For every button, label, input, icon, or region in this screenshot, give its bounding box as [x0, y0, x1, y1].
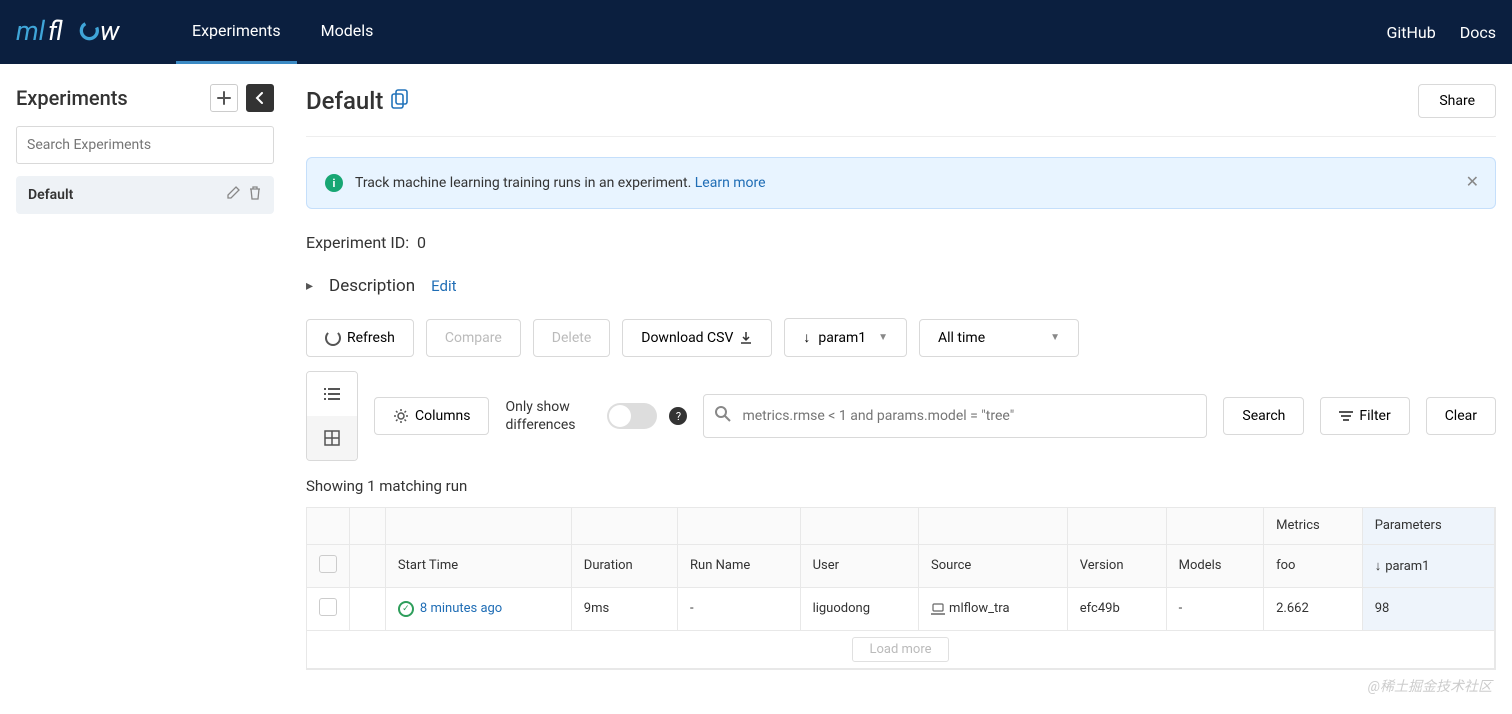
close-banner-icon[interactable]: ✕ — [1466, 172, 1479, 191]
status-success-icon: ✓ — [398, 601, 414, 617]
sort-desc-icon: ↓ — [1375, 558, 1382, 574]
info-icon: i — [325, 174, 343, 192]
mlflow-logo[interactable]: ml fl w — [16, 12, 136, 52]
col-version[interactable]: Version — [1067, 544, 1166, 587]
diff-toggle[interactable] — [607, 403, 657, 429]
banner-text: Track machine learning training runs in … — [355, 175, 695, 191]
copy-icon[interactable] — [391, 89, 409, 113]
search-button[interactable]: Search — [1223, 397, 1304, 435]
list-view-button[interactable] — [307, 372, 357, 416]
tab-models[interactable]: Models — [305, 0, 390, 64]
link-github[interactable]: GitHub — [1386, 23, 1435, 42]
cell-models: - — [1166, 587, 1264, 630]
chevron-down-icon: ▼ — [1050, 332, 1060, 343]
tab-experiments[interactable]: Experiments — [176, 0, 297, 64]
refresh-icon — [325, 330, 341, 346]
cell-source: mlflow_tra — [919, 587, 1068, 630]
parameters-group-header: Parameters — [1362, 508, 1494, 544]
download-csv-button[interactable]: Download CSV — [622, 319, 772, 357]
chevron-down-icon: ▼ — [878, 332, 888, 343]
cell-foo: 2.662 — [1264, 587, 1363, 630]
diff-label: Only show differences — [505, 398, 595, 434]
metrics-group-header: Metrics — [1264, 508, 1363, 544]
clear-button[interactable]: Clear — [1426, 397, 1496, 435]
add-experiment-button[interactable] — [210, 84, 238, 112]
table-row: ✓ 8 minutes ago 9ms - liguodong mlflow_t… — [307, 587, 1495, 630]
col-models[interactable]: Models — [1166, 544, 1264, 587]
col-param1[interactable]: ↓param1 — [1362, 544, 1494, 587]
search-icon — [715, 406, 731, 426]
col-run-name[interactable]: Run Name — [678, 544, 801, 587]
col-expand — [350, 544, 386, 587]
collapse-sidebar-button[interactable] — [246, 84, 274, 112]
cell-param1: 98 — [1362, 587, 1494, 630]
watermark: @稀土掘金技术社区 — [1368, 676, 1492, 696]
cell-run-name: - — [678, 587, 801, 630]
runs-search-input[interactable] — [703, 394, 1207, 438]
page-title: Default — [306, 87, 383, 115]
svg-text:fl: fl — [48, 15, 63, 47]
description-caret-icon[interactable]: ▸ — [306, 278, 313, 294]
compare-button[interactable]: Compare — [426, 319, 521, 357]
cell-user: liguodong — [800, 587, 918, 630]
col-source[interactable]: Source — [919, 544, 1068, 587]
run-link[interactable]: ✓ 8 minutes ago — [398, 601, 559, 617]
link-docs[interactable]: Docs — [1460, 23, 1496, 42]
timeframe-select[interactable]: All time ▼ — [919, 319, 1079, 357]
edit-experiment-icon[interactable] — [226, 186, 240, 204]
laptop-icon — [931, 603, 945, 615]
info-banner: i Track machine learning training runs i… — [306, 157, 1496, 209]
grid-view-button[interactable] — [307, 416, 357, 460]
list-icon — [323, 387, 341, 401]
sidebar-item-label: Default — [28, 187, 73, 203]
help-icon[interactable]: ? — [669, 407, 687, 425]
col-foo[interactable]: foo — [1264, 544, 1363, 587]
svg-text:ml: ml — [16, 15, 46, 47]
search-experiments-input[interactable] — [16, 126, 274, 164]
sort-arrow-icon: ↓ — [803, 329, 810, 346]
select-all-checkbox[interactable] — [319, 555, 337, 573]
share-button[interactable]: Share — [1418, 84, 1496, 118]
svg-text:w: w — [100, 15, 120, 47]
cell-duration: 9ms — [571, 587, 677, 630]
col-start-time[interactable]: Start Time — [385, 544, 571, 587]
sort-select[interactable]: ↓ param1 ▼ — [784, 318, 907, 357]
refresh-button[interactable]: Refresh — [306, 319, 414, 357]
learn-more-link[interactable]: Learn more — [695, 175, 766, 191]
delete-button[interactable]: Delete — [533, 319, 610, 357]
cell-version: efc49b — [1067, 587, 1166, 630]
experiment-id-label: Experiment ID: — [306, 233, 409, 252]
delete-experiment-icon[interactable] — [248, 186, 262, 204]
grid-icon — [324, 430, 340, 446]
col-user[interactable]: User — [800, 544, 918, 587]
description-label: Description — [329, 276, 415, 296]
load-more-button[interactable]: Load more — [852, 637, 948, 662]
filter-button[interactable]: Filter — [1320, 397, 1409, 435]
download-icon — [739, 331, 753, 345]
sidebar-item-default[interactable]: Default — [16, 176, 274, 214]
columns-button[interactable]: Columns — [374, 397, 489, 435]
experiment-id-value: 0 — [417, 233, 426, 252]
edit-description-link[interactable]: Edit — [431, 277, 456, 295]
col-duration[interactable]: Duration — [571, 544, 677, 587]
row-checkbox[interactable] — [319, 598, 337, 616]
sidebar-title: Experiments — [16, 86, 202, 110]
filter-icon — [1339, 411, 1353, 421]
results-count: Showing 1 matching run — [306, 477, 1496, 495]
gear-icon — [393, 408, 409, 424]
